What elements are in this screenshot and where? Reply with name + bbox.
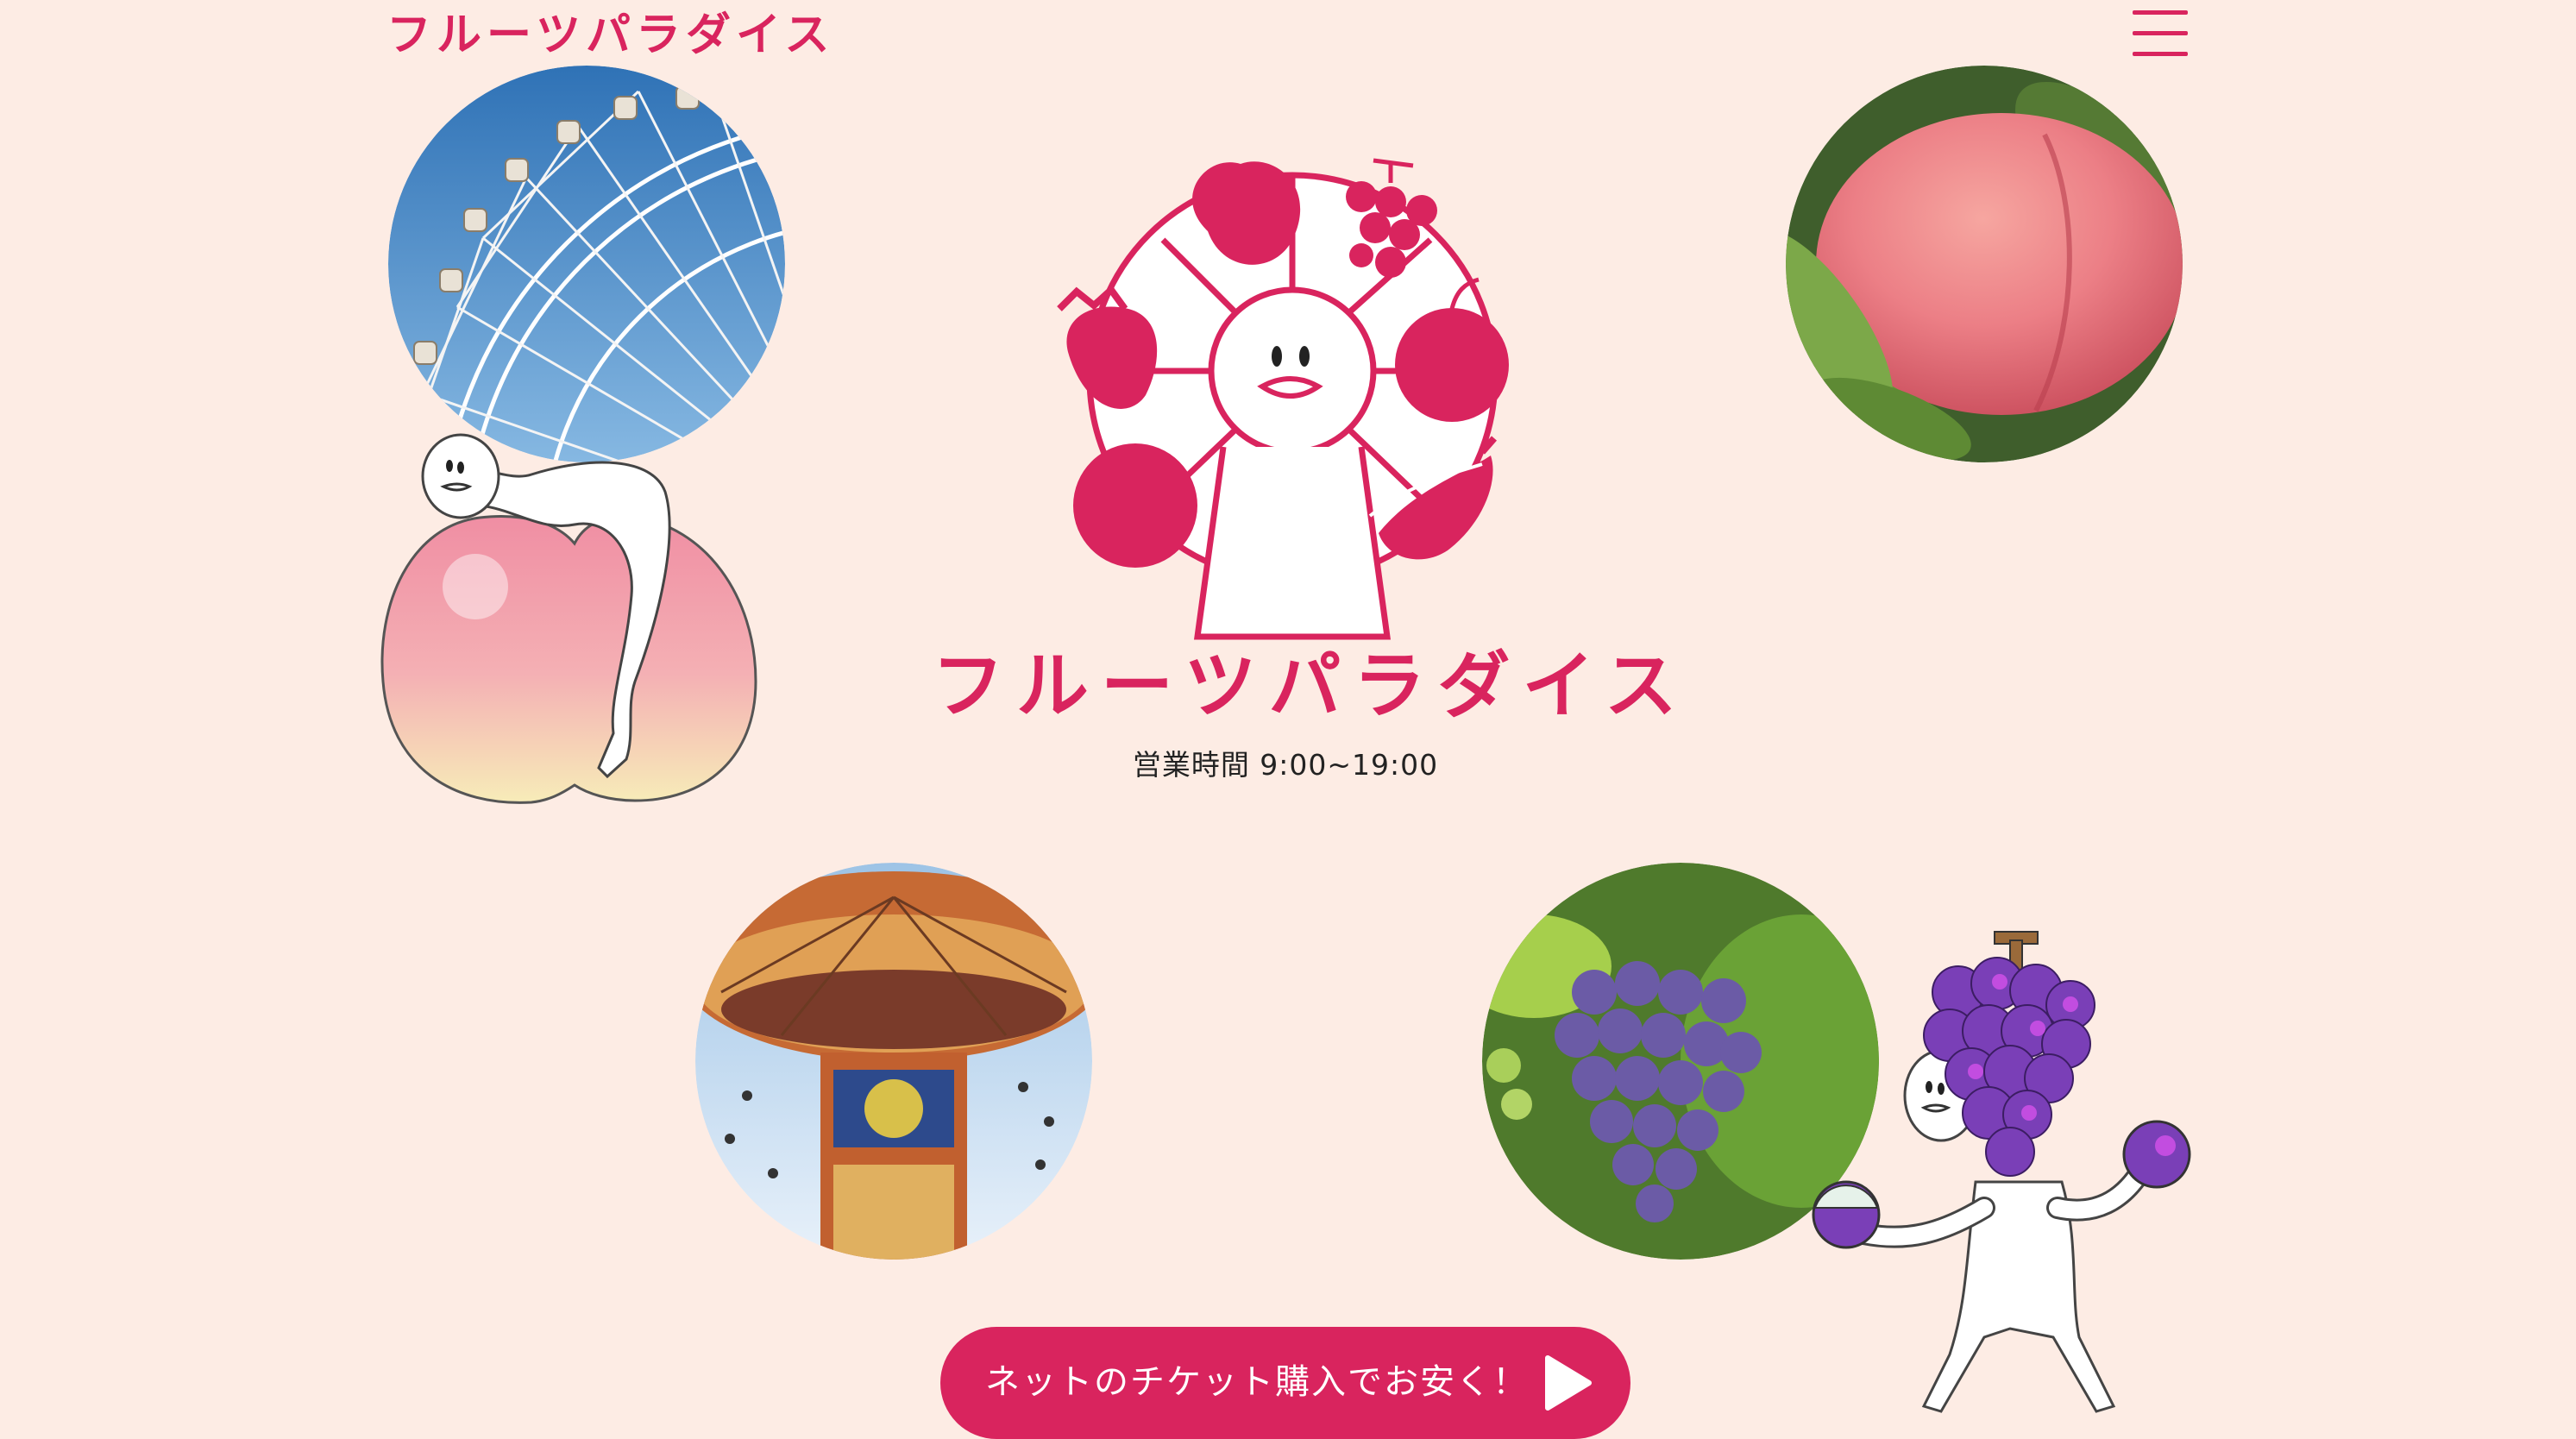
brand-title: フルーツパラダイス: [932, 644, 1689, 728]
hamburger-menu-icon[interactable]: [2133, 7, 2188, 60]
header-logo[interactable]: フルーツパラダイス: [386, 5, 829, 66]
business-hours: 営業時間 9:00~19:00: [1132, 748, 1439, 782]
swing-carousel-photo: [695, 863, 1092, 1260]
peach-photo: [1786, 66, 2183, 462]
grape-character-illustration: [1812, 931, 2191, 1413]
play-arrow-icon: [1545, 1355, 1592, 1411]
buy-tickets-online-button[interactable]: ネットのチケット購入でお安く！: [940, 1327, 1630, 1439]
cta-label: ネットのチケット購入でお安く！: [985, 1362, 1529, 1402]
ferris-wheel-photo: [388, 66, 785, 462]
peach-character-illustration: [380, 433, 757, 804]
